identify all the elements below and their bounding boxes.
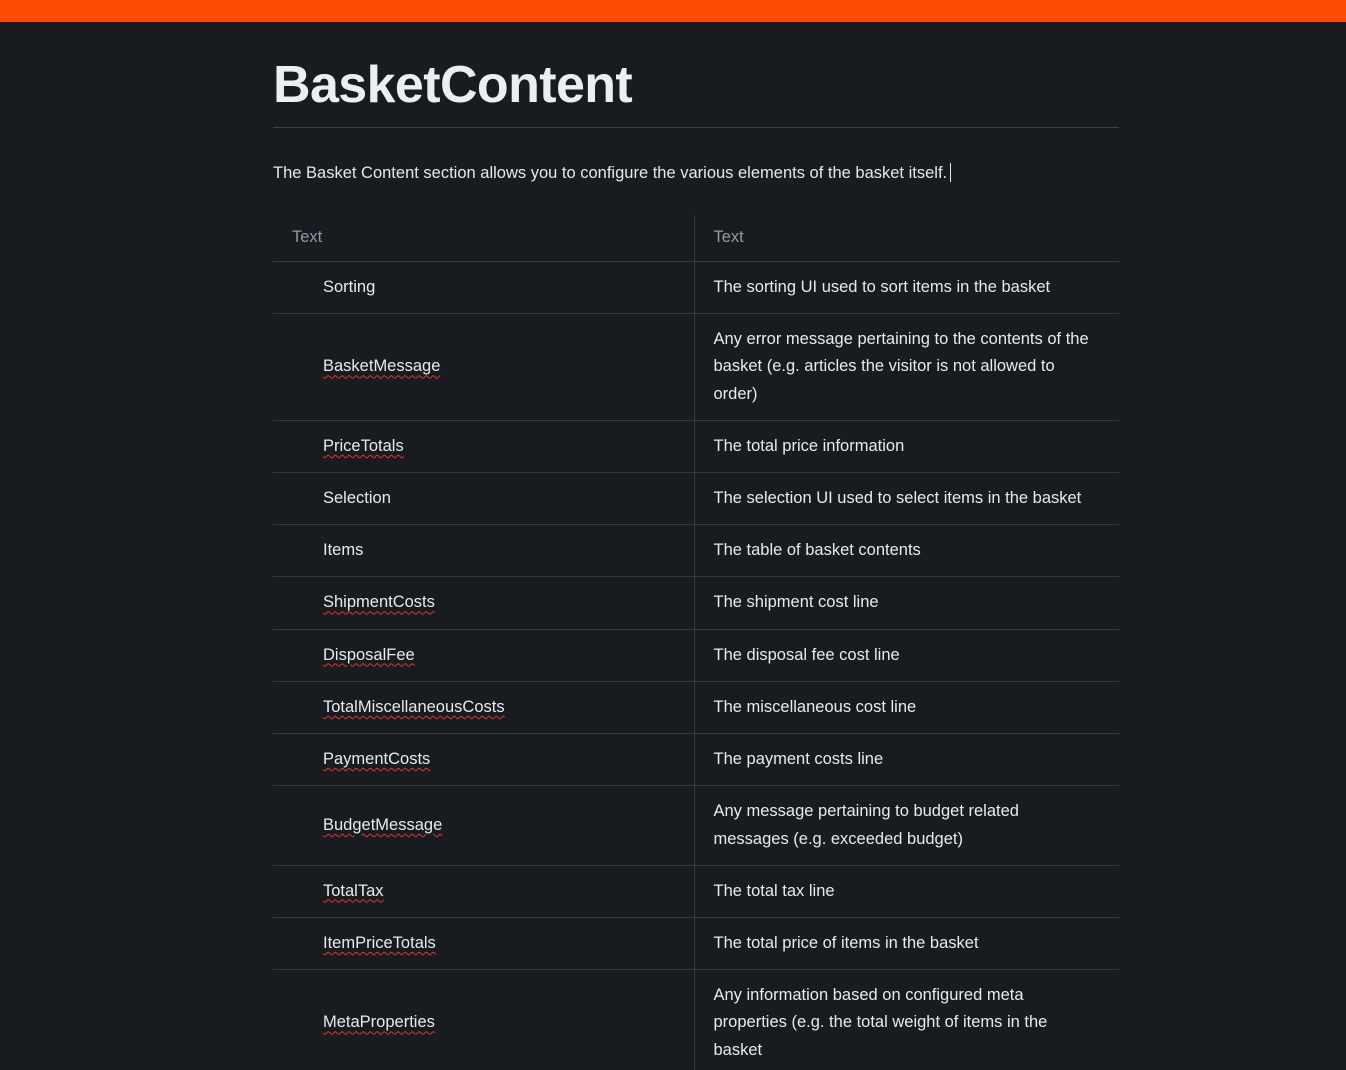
cell-description: Any message pertaining to budget related… [694, 785, 1119, 866]
cell-name: BasketMessage [273, 313, 695, 421]
cell-description: The table of basket contents [694, 524, 1119, 578]
cell-name: TotalTax [273, 865, 695, 918]
cell-description: The shipment cost line [694, 576, 1119, 630]
element-name-text: BasketMessage [323, 357, 441, 376]
column-header-name: Text [273, 214, 695, 262]
element-name-text: MetaProperties [323, 1013, 435, 1032]
title-divider [273, 127, 1119, 129]
table-row: Items The table of basket contents [273, 524, 1119, 578]
element-name-text: ItemPriceTotals [323, 933, 436, 952]
table-row: ItemPriceTotals The total price of items … [273, 917, 1119, 971]
element-name-text: TotalTax [323, 881, 384, 900]
cell-description: Any error message pertaining to the cont… [694, 313, 1119, 421]
cell-description: The miscellaneous cost line [694, 681, 1119, 735]
cell-name: PriceTotals [273, 420, 695, 473]
table-body: Sorting The sorting UI used to sort items… [273, 261, 1119, 1070]
content-column: BasketContent The Basket Content section… [273, 55, 1119, 1070]
intro-text: The Basket Content section allows you to… [273, 164, 948, 183]
cell-name: ShipmentCosts [273, 576, 695, 630]
table-row: TotalMiscellaneousCosts The miscellaneous… [273, 681, 1119, 735]
cell-name: Items [273, 524, 695, 578]
table-row: Sorting The sorting UI used to sort items… [273, 261, 1119, 315]
cell-name: BudgetMessage [273, 785, 695, 866]
element-name-text: ShipmentCosts [323, 593, 435, 612]
table-row: PriceTotals The total price information [273, 420, 1119, 473]
document-body: BasketContent The Basket Content section… [0, 22, 1346, 1070]
cell-description: The total tax line [694, 865, 1119, 918]
cell-name: MetaProperties [273, 969, 695, 1070]
element-name-text: PaymentCosts [323, 750, 431, 769]
intro-paragraph[interactable]: The Basket Content section allows you to… [273, 161, 1119, 187]
cell-description: Any information based on configured meta… [694, 969, 1119, 1070]
cell-name: Selection [273, 472, 695, 526]
element-name-text: PriceTotals [323, 436, 404, 455]
table-row: Selection The selection UI used to select… [273, 472, 1119, 526]
cell-description: The selection UI used to select items in… [694, 472, 1119, 526]
text-cursor [950, 163, 952, 183]
cell-name: TotalMiscellaneousCosts [273, 681, 695, 735]
cell-description: The total price information [694, 420, 1119, 473]
cell-description: The sorting UI used to sort items in the… [694, 261, 1119, 315]
top-accent-bar [0, 0, 1346, 22]
element-name-text: Sorting [323, 277, 376, 296]
cell-description: The disposal fee cost line [694, 629, 1119, 682]
cell-name: ItemPriceTotals [273, 917, 695, 971]
table-row: MetaProperties Any information based on c… [273, 969, 1119, 1070]
table-row: ShipmentCosts The shipment cost line [273, 576, 1119, 630]
basket-content-table: Text Text Sorting The sorting UI used to … [273, 214, 1119, 1070]
cell-description: The payment costs line [694, 733, 1119, 787]
element-name-text: Items [323, 541, 364, 560]
element-name-text: DisposalFee [323, 645, 415, 664]
cell-name: Sorting [273, 261, 695, 315]
element-name-text: TotalMiscellaneousCosts [323, 697, 505, 716]
table-row: DisposalFee The disposal fee cost line [273, 629, 1119, 682]
table-row: BasketMessage Any error message pertainin… [273, 313, 1119, 421]
cell-name: PaymentCosts [273, 733, 695, 787]
cell-description: The total price of items in the basket [694, 917, 1119, 971]
column-header-description: Text [694, 214, 1119, 262]
cell-name: DisposalFee [273, 629, 695, 682]
table-header-row: Text Text [273, 214, 1119, 262]
element-name-text: Selection [323, 488, 391, 507]
element-name-text: BudgetMessage [323, 815, 443, 834]
table-row: BudgetMessage Any message pertaining to b… [273, 785, 1119, 866]
table-row: PaymentCosts The payment costs line [273, 733, 1119, 787]
table-row: TotalTax The total tax line [273, 865, 1119, 918]
page-title: BasketContent [273, 56, 633, 114]
